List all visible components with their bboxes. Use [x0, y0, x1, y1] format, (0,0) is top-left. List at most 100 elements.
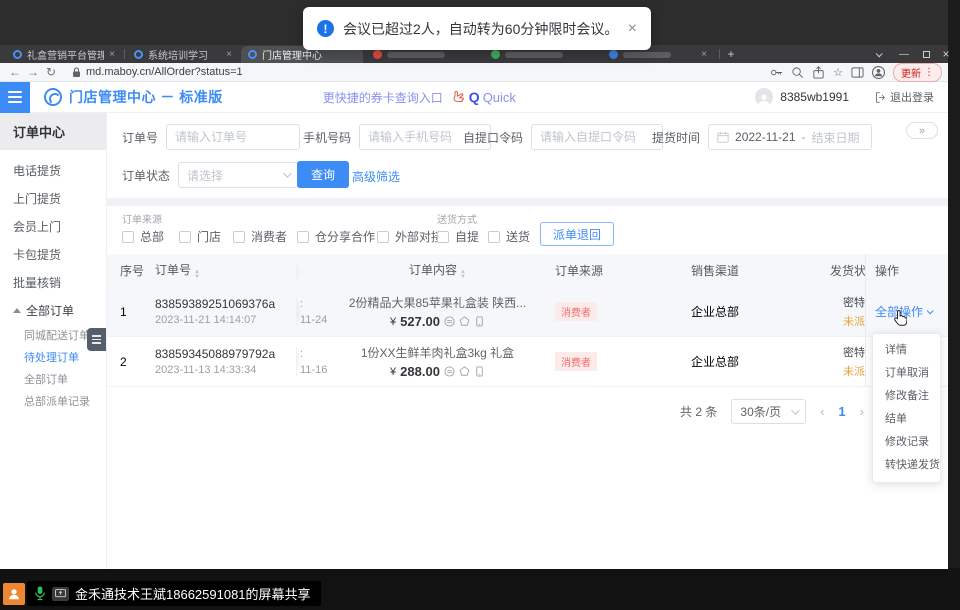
obscured-tab-label [387, 52, 445, 58]
prev-page-button[interactable]: ‹ [820, 404, 824, 419]
microphone-icon [34, 586, 46, 601]
next-page-button[interactable]: › [860, 404, 864, 419]
bookmark-star-icon[interactable]: ☆ [833, 66, 843, 79]
menu-item-details[interactable]: 详情 [873, 339, 940, 362]
table-header-row: 序号 订单号▲▼ 订单内容▲▼ 订单来源 销售渠道 发货状态 操作 [107, 254, 948, 287]
checkbox-source-hq[interactable]: 总部 [122, 228, 164, 245]
checkbox-delivery-selfpickup[interactable]: 自提 [437, 228, 479, 245]
table-row[interactable]: 2 83859345088979792a 2023-11-13 14:33:34… [107, 337, 948, 387]
app-body: 订单中心 电话提货 上门提货 会员上门 卡包提货 批量核销 全部订单 同城配送订… [0, 113, 948, 569]
sidebar-item-door-pickup[interactable]: 上门提货 [0, 184, 106, 212]
site-favicon [491, 50, 500, 59]
order-no-input[interactable] [166, 124, 300, 150]
sidebar-subitem-all-orders[interactable]: 全部订单 [0, 368, 106, 390]
browser-window: 礼盒营销平台管理中心 × 系统培训学习 × 门店管理中心 [0, 45, 948, 568]
sort-icon[interactable]: ▲▼ [460, 270, 466, 280]
cell-channel: 企业总部 [640, 303, 790, 320]
checkbox-source-external[interactable]: 外部对接 [377, 228, 443, 245]
kebab-icon: ⋮ [924, 67, 934, 78]
filter-pickup-code: 自提口令码 [463, 124, 663, 150]
sidebar-item-member-visit[interactable]: 会员上门 [0, 212, 106, 240]
toast-close-icon[interactable]: × [628, 20, 637, 38]
page-size-select[interactable]: 30条/页 [731, 399, 806, 424]
sidebar-section-order-center: 订单中心 [0, 113, 106, 150]
reload-icon[interactable]: ↻ [42, 65, 60, 79]
user-avatar[interactable] [755, 88, 773, 106]
window-menu-button[interactable] [866, 45, 890, 63]
sidebar-group-all-orders[interactable]: 全部订单 [0, 296, 106, 324]
advanced-filter-link[interactable]: 高级筛选 [352, 168, 400, 185]
sidebar-item-phone-pickup[interactable]: 电话提货 [0, 156, 106, 184]
table-row[interactable]: 1 83859389251069376a 2023-11-21 14:14:07… [107, 287, 948, 337]
cell-hidden-fragment: : 11-16 [297, 348, 330, 376]
sidebar-item-batch-writeoff[interactable]: 批量核销 [0, 268, 106, 296]
checkbox-icon [297, 231, 309, 243]
hamburger-menu-button[interactable] [0, 82, 30, 113]
profile-icon[interactable] [872, 66, 885, 79]
url-text: md.maboy.cn/AllOrder?status=1 [86, 66, 243, 78]
calendar-icon [717, 131, 729, 143]
expand-filters-button[interactable]: » [906, 122, 938, 139]
app-title: 门店管理中心 － 标准版 [69, 87, 223, 107]
coupon-query-link[interactable]: 更快捷的券卡查询入口 [323, 89, 443, 106]
source-group-label: 订单来源 [122, 211, 162, 226]
sidebar-item-card-pickup[interactable]: 卡包提货 [0, 240, 106, 268]
checkbox-delivery-delivery[interactable]: 送货 [488, 228, 530, 245]
toast-message: 会议已超过2人，自动转为60分钟限时会议。 [343, 19, 618, 39]
header-channel: 销售渠道 [640, 262, 790, 279]
tab-close-icon[interactable]: × [109, 49, 115, 60]
window-close-button[interactable]: × [934, 45, 958, 63]
source-badge: 消费者 [555, 352, 597, 371]
tab-close-icon[interactable]: × [701, 49, 707, 60]
current-page[interactable]: 1 [838, 404, 845, 419]
browser-tab-2[interactable]: 系统培训学习 × [127, 46, 239, 63]
forward-icon[interactable]: → [24, 65, 42, 79]
side-panel-icon[interactable] [851, 66, 864, 79]
orders-panel: 订单来源 送货方式 总部 门店 消费者 仓分享合作 [107, 206, 948, 424]
tab-title: 礼盒营销平台管理中心 [27, 47, 104, 62]
menu-item-edit-remark[interactable]: 修改备注 [873, 385, 940, 408]
back-icon[interactable]: ← [6, 65, 24, 79]
quick-link[interactable]: Quick [483, 90, 516, 105]
chevron-down-icon [875, 50, 882, 57]
date-range-input[interactable]: 2022-11-21 - 结束日期 [708, 124, 872, 150]
order-status-select[interactable]: 请选择 [178, 162, 298, 188]
share-icon[interactable] [812, 66, 825, 79]
dispatch-return-button[interactable]: 派单退回 [540, 222, 614, 246]
maximize-icon [923, 51, 930, 58]
checkbox-source-consumer[interactable]: 消费者 [233, 228, 287, 245]
key-icon[interactable] [770, 66, 783, 79]
tab-separator [124, 49, 125, 59]
checkbox-source-store[interactable]: 门店 [179, 228, 221, 245]
logout-button[interactable]: 退出登录 [875, 89, 934, 105]
browser-tab-1[interactable]: 礼盒营销平台管理中心 × [6, 46, 122, 63]
sidebar-collapse-handle[interactable] [87, 328, 106, 351]
menu-item-close-order[interactable]: 结单 [873, 408, 940, 431]
zoom-icon[interactable] [791, 66, 804, 79]
new-tab-button[interactable]: + [724, 47, 738, 61]
window-minimize-button[interactable]: — [892, 45, 916, 63]
cell-content: 2份精品大果85苹果礼盒装 陕西... ¥ 527.00 [330, 294, 545, 329]
checkbox-icon [488, 231, 500, 243]
menu-item-to-express[interactable]: 转快递发货 [873, 454, 940, 477]
quick-q-icon: Q [469, 89, 480, 105]
search-button[interactable]: 查询 [297, 161, 349, 188]
cell-source: 消费者 [545, 302, 640, 321]
sidebar-subitem-hq-dispatch-log[interactable]: 总部派单记录 [0, 390, 106, 412]
browser-update-button[interactable]: 更新 ⋮ [893, 63, 942, 82]
tab-close-icon[interactable]: × [226, 49, 232, 60]
header-index: 序号 [107, 262, 150, 279]
address-bar[interactable]: md.maboy.cn/AllOrder?status=1 [72, 66, 243, 78]
header-order-no[interactable]: 订单号▲▼ [150, 261, 297, 280]
pickup-code-input[interactable] [531, 124, 663, 150]
checkbox-icon [437, 231, 449, 243]
tab-separator [719, 49, 720, 59]
cell-index: 1 [107, 305, 150, 319]
sort-icon[interactable]: ▲▼ [194, 270, 200, 280]
orders-table: 序号 订单号▲▼ 订单内容▲▼ 订单来源 销售渠道 发货状态 操作 [107, 254, 948, 387]
cell-channel: 企业总部 [640, 353, 790, 370]
menu-item-edit-history[interactable]: 修改记录 [873, 431, 940, 454]
checkbox-source-warehouse-share[interactable]: 仓分享合作 [297, 228, 375, 245]
menu-item-cancel-order[interactable]: 订单取消 [873, 362, 940, 385]
header-content[interactable]: 订单内容▲▼ [330, 261, 545, 280]
